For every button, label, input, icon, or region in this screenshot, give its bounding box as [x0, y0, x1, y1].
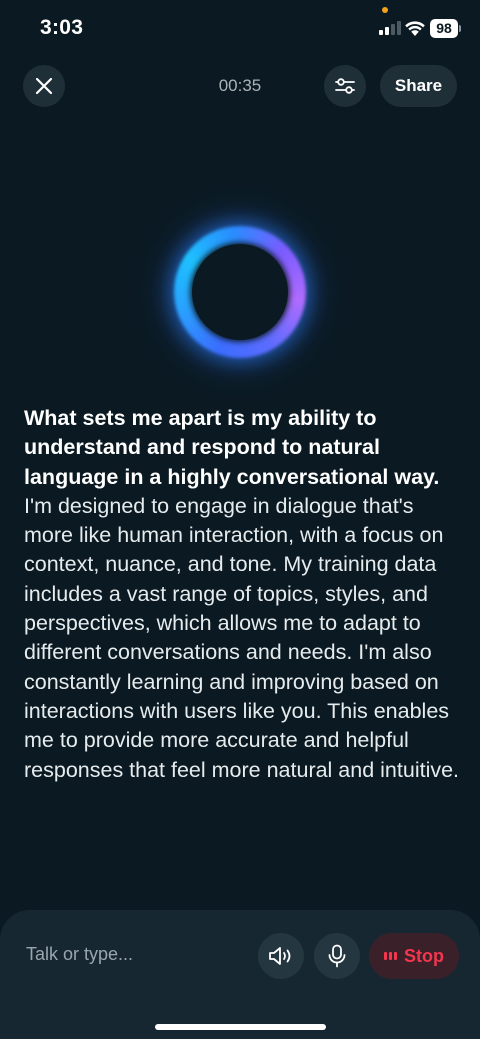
- close-icon: [35, 77, 53, 95]
- stop-button[interactable]: Stop: [369, 933, 459, 979]
- speaker-icon: [269, 947, 291, 965]
- home-indicator[interactable]: [155, 1024, 326, 1030]
- microphone-indicator-icon: [382, 7, 388, 13]
- close-button[interactable]: [23, 65, 65, 107]
- voice-orb-center: [192, 244, 288, 340]
- voice-settings-button[interactable]: [324, 65, 366, 107]
- audio-bars-icon: [384, 952, 397, 960]
- microphone-icon: [328, 944, 346, 968]
- status-bar: 3:03 98: [0, 0, 480, 56]
- input-panel: Talk or type... Stop: [0, 910, 480, 1039]
- transcript-highlight: What sets me apart is my ability to unde…: [24, 406, 440, 489]
- wifi-icon: [405, 21, 425, 36]
- battery-cap: [459, 25, 461, 32]
- speaker-button[interactable]: [258, 933, 304, 979]
- sliders-icon: [335, 78, 355, 94]
- call-header: 00:35 Share: [0, 64, 480, 108]
- transcript-fade: [0, 796, 480, 846]
- cellular-signal-icon: [379, 21, 401, 35]
- battery-indicator: 98: [430, 19, 458, 38]
- message-input[interactable]: Talk or type...: [26, 944, 133, 965]
- microphone-button[interactable]: [314, 933, 360, 979]
- assistant-transcript: What sets me apart is my ability to unde…: [24, 404, 460, 836]
- voice-orb: [168, 220, 312, 364]
- stop-label: Stop: [404, 945, 444, 966]
- status-time: 3:03: [40, 16, 84, 39]
- share-button[interactable]: Share: [380, 65, 457, 107]
- transcript-body: I'm designed to engage in dialogue that'…: [24, 493, 460, 782]
- call-timer: 00:35: [218, 76, 262, 95]
